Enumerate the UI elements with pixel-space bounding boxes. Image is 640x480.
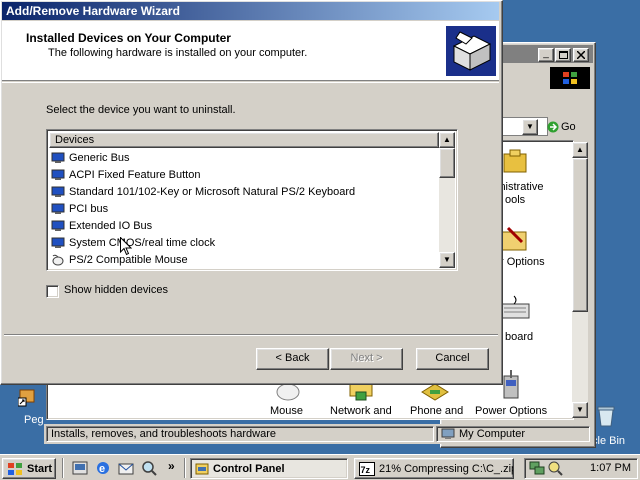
desktop-icon-left-label: Peg bbox=[24, 414, 44, 426]
device-name: Extended IO Bus bbox=[69, 219, 153, 232]
recycle-bin-icon[interactable] bbox=[596, 404, 616, 431]
keyboard-icon[interactable] bbox=[500, 294, 530, 323]
folder-options-icon[interactable] bbox=[500, 224, 530, 255]
cp-vscroll[interactable]: ▲ ▼ bbox=[572, 142, 588, 418]
outlook-express-icon[interactable] bbox=[118, 460, 134, 479]
mouse-icon[interactable] bbox=[275, 382, 301, 405]
task-label: Control Panel bbox=[213, 462, 285, 475]
cp-item-label: Mouse bbox=[270, 405, 304, 417]
maximize-button[interactable] bbox=[555, 48, 571, 62]
clock[interactable]: 1:07 PM bbox=[590, 462, 631, 474]
device-list[interactable]: Devices Generic Bus ACPI Fixed Feature B… bbox=[46, 129, 458, 271]
windows-flag-icon bbox=[8, 462, 22, 475]
quick-launch-divider bbox=[62, 458, 64, 478]
shortcut-icon bbox=[17, 389, 35, 407]
device-name: System CMOS/real time clock bbox=[69, 236, 216, 249]
show-hidden-devices-label[interactable]: Show hidden devices bbox=[64, 284, 168, 296]
cp-scroll-down[interactable]: ▼ bbox=[572, 402, 588, 418]
start-label: Start bbox=[27, 462, 53, 475]
computer-device-icon bbox=[51, 220, 65, 231]
wizard-page-subtitle: The following hardware is installed on y… bbox=[48, 47, 308, 59]
scroll-up-button[interactable]: ▲ bbox=[439, 132, 455, 148]
minimize-button[interactable]: _ bbox=[538, 48, 554, 62]
start-button[interactable]: Start bbox=[2, 458, 56, 479]
status-text: Installs, removes, and troubleshoots har… bbox=[46, 426, 434, 442]
my-computer-icon bbox=[441, 428, 455, 439]
device-item[interactable]: PCI bus bbox=[51, 200, 108, 217]
device-name: PCI bus bbox=[69, 202, 109, 215]
wizard-titlebar[interactable]: Add/Remove Hardware Wizard bbox=[2, 2, 499, 20]
device-item[interactable]: Standard 101/102-Key or Microsoft Natura… bbox=[51, 183, 355, 200]
hardware-wizard-icon bbox=[446, 26, 496, 76]
cp-item-label: ools bbox=[505, 194, 526, 206]
back-button[interactable]: < Back bbox=[256, 348, 329, 370]
device-item[interactable]: ACPI Fixed Feature Button bbox=[51, 166, 200, 183]
cp-scroll-thumb[interactable] bbox=[572, 158, 588, 312]
devices-column-header[interactable]: Devices bbox=[49, 132, 439, 148]
windows-logo-icon bbox=[550, 67, 590, 89]
wizard-page-title: Installed Devices on Your Computer bbox=[26, 31, 231, 45]
mouse-pointer-icon bbox=[120, 236, 133, 259]
device-list-scrollbar[interactable]: ▲ ▼ bbox=[439, 132, 455, 268]
control-panel-icon bbox=[195, 463, 209, 474]
quick-launch-more[interactable]: » bbox=[168, 459, 175, 473]
mouse-device-icon bbox=[52, 254, 64, 265]
recycle-bin-label: cle Bin bbox=[592, 435, 626, 447]
system-tray: 1:07 PM bbox=[524, 458, 638, 479]
next-button[interactable]: Next > bbox=[330, 348, 403, 370]
administrative-tools-icon[interactable] bbox=[500, 148, 530, 179]
go-label: Go bbox=[561, 121, 576, 133]
computer-device-icon bbox=[51, 169, 65, 180]
status-zone-label: My Computer bbox=[459, 428, 526, 440]
device-item[interactable]: Extended IO Bus bbox=[51, 217, 152, 234]
svg-text:e: e bbox=[99, 463, 105, 475]
go-button[interactable]: Go bbox=[547, 118, 589, 136]
status-zone: My Computer bbox=[436, 426, 590, 442]
cp-item-label: r Options bbox=[500, 256, 545, 268]
computer-device-icon bbox=[51, 152, 65, 163]
computer-device-icon bbox=[51, 237, 65, 248]
show-desktop-icon[interactable] bbox=[72, 460, 88, 479]
device-name: Standard 101/102-Key or Microsoft Natura… bbox=[69, 185, 356, 198]
device-item[interactable]: System CMOS/real time clock bbox=[51, 234, 215, 251]
cp-item-label: Power Options bbox=[475, 405, 548, 417]
address-dropdown-button[interactable]: ▼ bbox=[522, 119, 538, 135]
keyboard-device-icon bbox=[51, 186, 65, 197]
search-tray-icon[interactable] bbox=[547, 460, 563, 476]
header-divider bbox=[2, 82, 499, 83]
cancel-button[interactable]: Cancel bbox=[416, 348, 489, 370]
7zip-icon: 7z bbox=[359, 461, 375, 476]
task-label: 21% Compressing C:\C_.zip bbox=[379, 462, 514, 475]
scroll-down-button[interactable]: ▼ bbox=[439, 252, 455, 268]
network-tray-icon[interactable] bbox=[529, 460, 545, 476]
task-control-panel[interactable]: Control Panel bbox=[190, 458, 348, 479]
taskbar-divider bbox=[184, 458, 186, 478]
svg-text:7z: 7z bbox=[361, 465, 371, 475]
status-bar: Installs, removes, and troubleshoots har… bbox=[44, 424, 592, 444]
search-icon[interactable] bbox=[141, 460, 157, 479]
scroll-thumb[interactable] bbox=[439, 148, 455, 178]
taskbar: Start e » Control Panel 7z 21% Compressi… bbox=[0, 454, 640, 480]
button-separator-highlight bbox=[4, 335, 498, 336]
cp-item-label: Network and bbox=[330, 405, 392, 417]
internet-explorer-icon[interactable]: e bbox=[95, 460, 111, 479]
close-button[interactable] bbox=[573, 48, 589, 62]
device-name: Generic Bus bbox=[69, 151, 130, 164]
cp-item-label: inistrative bbox=[497, 181, 544, 193]
instruction-text: Select the device you want to uninstall. bbox=[46, 104, 236, 116]
cp-scroll-up[interactable]: ▲ bbox=[572, 142, 588, 158]
computer-device-icon bbox=[51, 203, 65, 214]
task-compressing[interactable]: 7z 21% Compressing C:\C_.zip bbox=[354, 458, 514, 479]
device-item[interactable]: Generic Bus bbox=[51, 149, 130, 166]
cp-item-label: board bbox=[505, 331, 534, 343]
cp-item-label: Phone and bbox=[410, 405, 464, 417]
device-name: ACPI Fixed Feature Button bbox=[69, 168, 201, 181]
go-arrow-icon bbox=[547, 121, 559, 133]
show-hidden-devices-checkbox[interactable] bbox=[46, 285, 59, 298]
desktop-icon-left[interactable] bbox=[17, 388, 36, 411]
